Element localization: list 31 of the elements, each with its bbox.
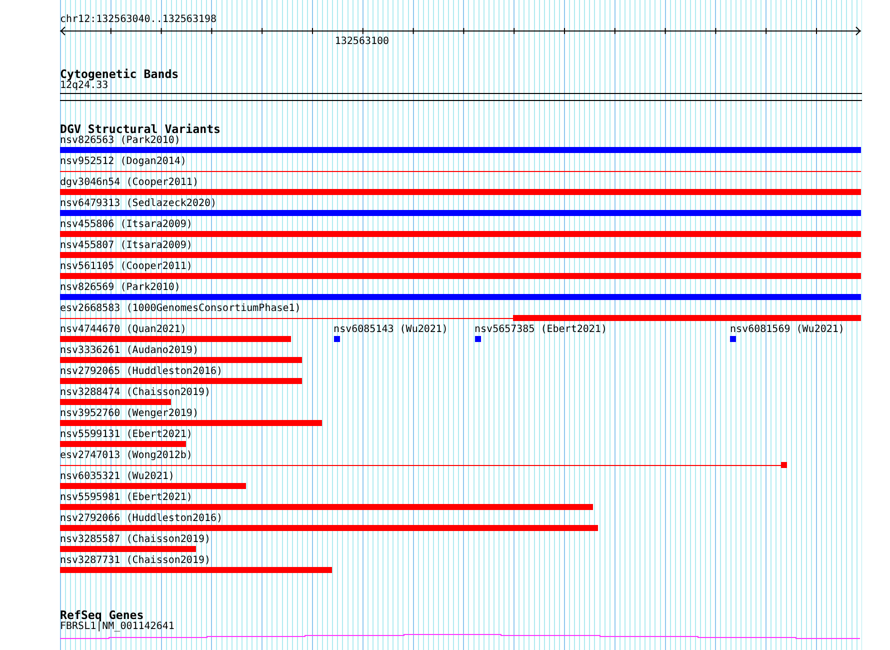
variant-label: nsv952512 (Dogan2014) [60,156,186,168]
variant-label: nsv4744670 (Quan2021) [60,324,186,336]
variant-label: nsv6081569 (Wu2021) [730,324,844,336]
variant-label: nsv6479313 (Sedlazeck2020) [60,198,217,210]
location-label: chr12:132563040..132563198 [60,14,217,26]
variant-label: nsv561105 (Cooper2011) [60,261,192,273]
variant-label: nsv2792065 (Huddleston2016) [60,366,223,378]
variant-label: nsv455806 (Itsara2009) [60,219,192,231]
variant-label: nsv2792066 (Huddleston2016) [60,513,223,525]
track-title: Cytogenetic Bands [60,68,179,80]
band-label: 12q24.33 [60,80,108,92]
variant-label: nsv826569 (Park2010) [60,282,180,294]
variant-label: nsv5595981 (Ebert2021) [60,492,192,504]
track-title: DGV Structural Variants [60,123,221,135]
track-title: RefSeq Genes [60,609,144,621]
variant-label: esv2747013 (Wong2012b) [60,450,192,462]
variant-label: nsv3952760 (Wenger2019) [60,408,198,420]
variant-label: nsv6085143 (Wu2021) [334,324,448,336]
variant-label: nsv5599131 (Ebert2021) [60,429,192,441]
variant-label: nsv3336261 (Audano2019) [60,345,198,357]
variant-label: nsv3285587 (Chaisson2019) [60,534,211,546]
variant-label: nsv3287731 (Chaisson2019) [60,555,211,567]
variant-label: esv2668583 (1000GenomesConsortiumPhase1) [60,303,301,315]
gene-label: FBRSL1|NM_001142641 [60,621,174,633]
variant-label: nsv5657385 (Ebert2021) [474,324,607,336]
variant-label: nsv455807 (Itsara2009) [60,240,192,252]
variant-label: dgv3046n54 (Cooper2011) [60,177,198,189]
variant-label: nsv6035321 (Wu2021) [60,471,174,483]
variant-label: nsv826563 (Park2010) [60,135,180,147]
variant-label: nsv3288474 (Chaisson2019) [60,387,211,399]
tick-label: 132563100 [334,36,390,48]
